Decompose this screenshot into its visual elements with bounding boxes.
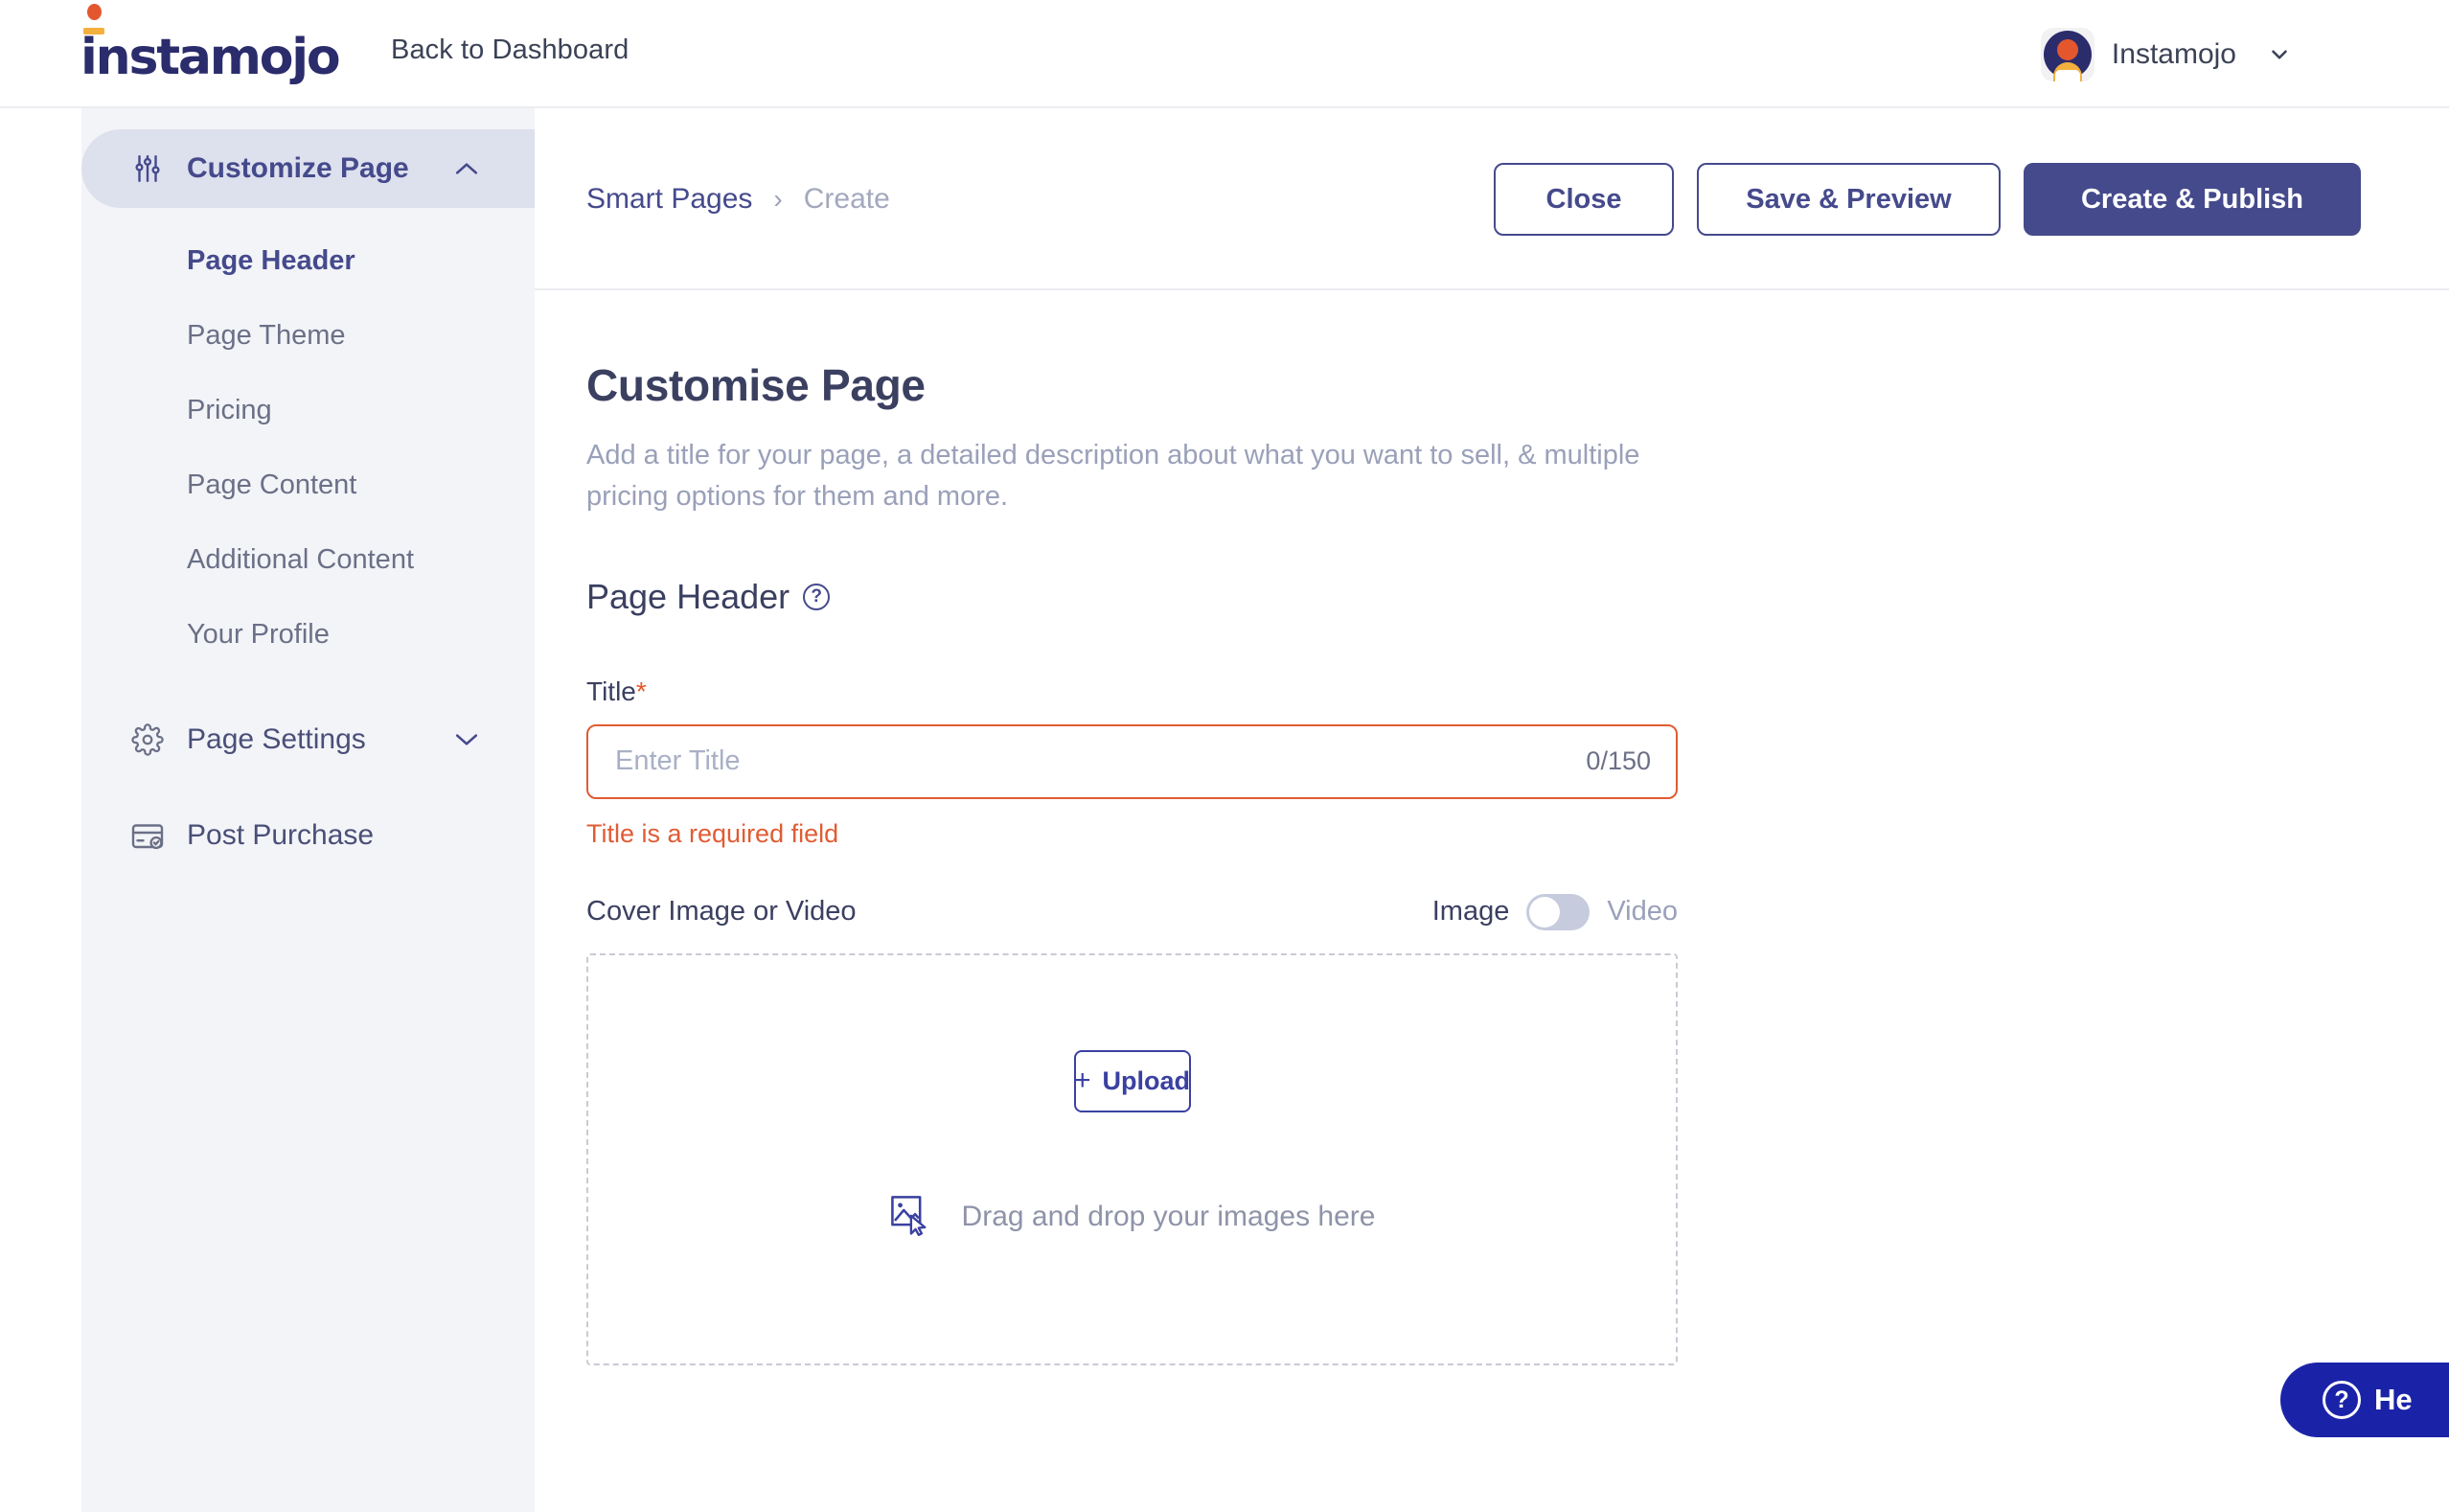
title-input[interactable]: [615, 745, 1570, 777]
toggle-label-image[interactable]: Image: [1432, 896, 1510, 928]
page-description: Add a title for your page, a detailed de…: [586, 435, 1669, 517]
create-and-publish-button[interactable]: Create & Publish: [2024, 163, 2361, 236]
avatar-head-icon: [2057, 39, 2078, 60]
title-char-counter: 0/150: [1586, 746, 1651, 776]
close-button[interactable]: Close: [1494, 163, 1674, 236]
chevron-up-icon[interactable]: [454, 161, 479, 176]
sidebar-item-your-profile[interactable]: Your Profile: [81, 597, 535, 672]
action-bar: Smart Pages › Create Close Save & Previe…: [535, 108, 2449, 290]
sliders-icon: [129, 150, 166, 187]
sidebar-group-customize-page: Customize Page Page Header Page Theme Pr…: [81, 108, 535, 672]
sidebar-item-post-purchase[interactable]: Post Purchase: [81, 796, 535, 875]
account-menu[interactable]: Instamojo: [2041, 25, 2292, 84]
section-title-label: Page Header: [586, 577, 790, 617]
plus-icon: +: [1074, 1066, 1091, 1095]
drag-and-drop-hint: Drag and drop your images here: [889, 1194, 1376, 1241]
account-name: Instamojo: [2112, 38, 2236, 71]
sidebar-item-page-theme[interactable]: Page Theme: [81, 298, 535, 373]
sidebar-group-label: Page Settings: [187, 723, 366, 756]
cover-media-label: Cover Image or Video: [586, 896, 857, 928]
gear-icon: [129, 722, 166, 758]
title-field-label: Title*: [586, 676, 2449, 707]
title-input-wrapper[interactable]: 0/150: [586, 724, 1678, 799]
title-label-text: Title: [586, 676, 636, 706]
sidebar-group-page-settings: Page Settings: [81, 700, 535, 779]
help-widget-button[interactable]: ? He: [2280, 1363, 2449, 1437]
action-buttons: Close Save & Preview Create & Publish: [1494, 163, 2361, 236]
question-circle-icon[interactable]: ?: [803, 584, 830, 610]
upload-button-label: Upload: [1103, 1066, 1191, 1096]
logo-underbar-icon: [83, 28, 104, 34]
avatar: [2041, 28, 2094, 81]
breadcrumb-separator-icon: ›: [773, 184, 782, 215]
avatar-body-inner-icon: [2055, 70, 2080, 81]
logo-dot-icon: [87, 4, 102, 20]
breadcrumb: Smart Pages › Create: [586, 183, 890, 216]
sidebar-item-pricing[interactable]: Pricing: [81, 373, 535, 447]
main-content: Smart Pages › Create Close Save & Previe…: [535, 108, 2449, 1512]
sidebar-subitems-customize-page: Page Header Page Theme Pricing Page Cont…: [81, 223, 535, 672]
breadcrumb-smart-pages[interactable]: Smart Pages: [586, 183, 752, 216]
sidebar-item-page-header[interactable]: Page Header: [81, 223, 535, 298]
title-error-message: Title is a required field: [586, 819, 2449, 849]
required-asterisk: *: [636, 676, 647, 706]
section-page-header: Page Header ?: [586, 577, 2449, 617]
chevron-down-icon[interactable]: [454, 732, 479, 747]
customise-page-panel: Customise Page Add a title for your page…: [535, 290, 2449, 1365]
save-and-preview-button[interactable]: Save & Preview: [1697, 163, 2001, 236]
instamojo-wordmark-icon: instamojo: [80, 33, 338, 82]
page-title: Customise Page: [586, 359, 2449, 411]
image-dropzone[interactable]: + Upload Drag and drop your images here: [586, 953, 1678, 1365]
sidebar-item-customize-page[interactable]: Customize Page: [81, 129, 535, 208]
instamojo-logo[interactable]: instamojo: [80, 23, 364, 82]
image-video-toggle-group: Image Video: [1432, 894, 1678, 930]
top-navigation-bar: instamojo Back to Dashboard Instamojo: [0, 0, 2449, 108]
sidebar-item-page-settings[interactable]: Page Settings: [81, 700, 535, 779]
drag-and-drop-text: Drag and drop your images here: [962, 1201, 1376, 1233]
image-video-toggle[interactable]: [1526, 894, 1590, 930]
toggle-knob: [1529, 897, 1560, 928]
upload-button[interactable]: + Upload: [1074, 1050, 1191, 1112]
back-to-dashboard-link[interactable]: Back to Dashboard: [391, 34, 629, 66]
chevron-down-icon[interactable]: [2267, 42, 2292, 67]
breadcrumb-create: Create: [804, 183, 890, 216]
sidebar-group-post-purchase: Post Purchase: [81, 796, 535, 875]
toggle-label-video[interactable]: Video: [1607, 896, 1678, 928]
sidebar-item-additional-content[interactable]: Additional Content: [81, 522, 535, 597]
credit-card-check-icon: [129, 817, 166, 854]
sidebar-group-label: Post Purchase: [187, 819, 374, 852]
question-circle-icon: ?: [2323, 1381, 2361, 1419]
help-widget-label: He: [2374, 1383, 2413, 1417]
cover-media-row: Cover Image or Video Image Video: [586, 894, 1678, 930]
sidebar-group-label: Customize Page: [187, 152, 409, 185]
sidebar: Customize Page Page Header Page Theme Pr…: [81, 108, 535, 1512]
sidebar-item-page-content[interactable]: Page Content: [81, 447, 535, 522]
image-cursor-icon: [889, 1194, 931, 1241]
app-window: instamojo Back to Dashboard Instamojo: [0, 0, 2449, 1512]
